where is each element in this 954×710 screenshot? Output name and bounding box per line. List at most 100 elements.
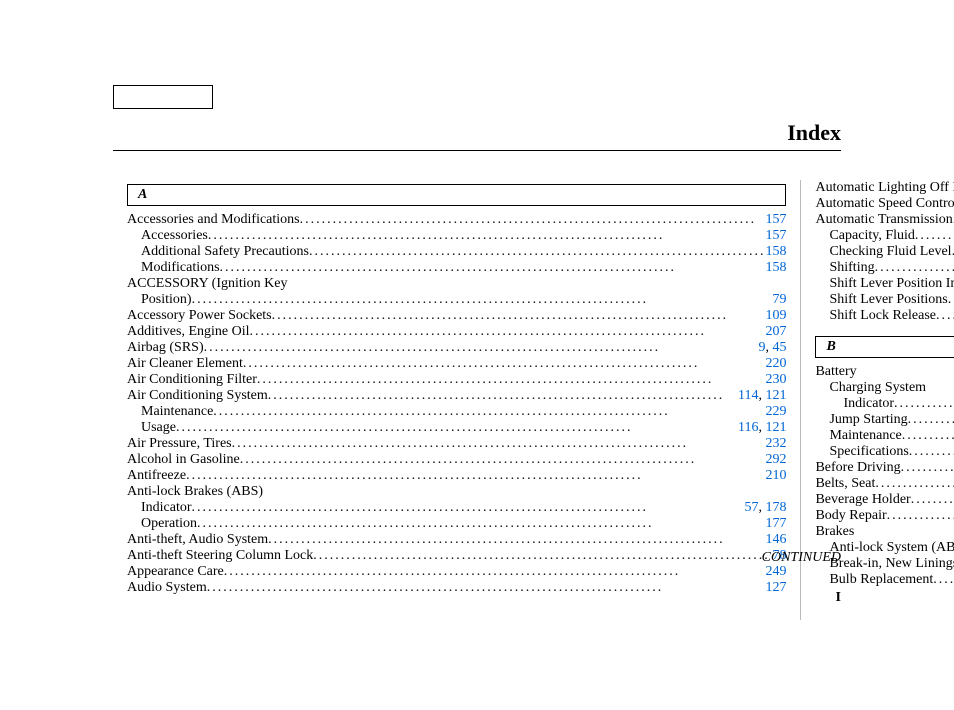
page-link[interactable]: 127 bbox=[765, 580, 786, 595]
page-link[interactable]: 146 bbox=[765, 532, 786, 547]
page-link[interactable]: 45 bbox=[772, 340, 786, 355]
index-entry: Usage116, 121 bbox=[127, 420, 786, 436]
leader-dots bbox=[894, 396, 954, 412]
index-entry: Anti-theft, Audio System146 bbox=[127, 532, 786, 548]
index-entry: Indicator56, 272 bbox=[815, 396, 954, 412]
index-entry-label: Break-in, New Linings bbox=[829, 556, 954, 572]
index-entry: Audio System 127 bbox=[127, 580, 786, 596]
leader-dots bbox=[272, 308, 766, 324]
page-link[interactable]: 230 bbox=[765, 372, 786, 387]
leader-dots bbox=[300, 212, 766, 228]
index-entry-pages: 158 bbox=[765, 260, 786, 276]
index-entry-pages: 292 bbox=[765, 452, 786, 468]
index-entry-pages: 114, 121 bbox=[738, 388, 786, 404]
leader-dots bbox=[192, 500, 745, 516]
index-entry-label: Belts, Seat bbox=[815, 476, 875, 492]
index-entry: Anti-lock Brakes (ABS) bbox=[127, 484, 786, 500]
index-entry-label: Charging System bbox=[829, 380, 926, 396]
index-entry-label: Anti-theft Steering Column Lock bbox=[127, 548, 313, 564]
leader-dots bbox=[313, 548, 772, 564]
leader-dots bbox=[204, 340, 759, 356]
index-entry-label: Air Conditioning System bbox=[127, 388, 268, 404]
index-entry-label: Shift Lock Release bbox=[829, 308, 936, 324]
index-entry-pages: 127 bbox=[765, 580, 786, 596]
continued-label: CONTINUED bbox=[762, 550, 841, 566]
leader-dots bbox=[240, 452, 766, 468]
index-entry-label: Air Conditioning Filter bbox=[127, 372, 257, 388]
page-link[interactable]: 109 bbox=[765, 308, 786, 323]
page-link[interactable]: 210 bbox=[765, 468, 786, 483]
index-entry-label: Audio System bbox=[127, 580, 207, 596]
page-link[interactable]: 220 bbox=[765, 356, 786, 371]
index-entry: Anti-theft Steering Column Lock78 bbox=[127, 548, 786, 564]
leader-dots bbox=[257, 372, 766, 388]
index-entry-label: Accessory Power Sockets bbox=[127, 308, 272, 324]
index-entry-label: Additional Safety Precautions bbox=[141, 244, 309, 260]
leader-dots bbox=[875, 476, 954, 492]
page-link[interactable]: 178 bbox=[765, 500, 786, 515]
index-entry-label: Maintenance bbox=[829, 428, 901, 444]
index-entry: Capacity, Fluid288 bbox=[815, 228, 954, 244]
index-entry-pages: 177 bbox=[765, 516, 786, 532]
page-link[interactable]: 157 bbox=[765, 212, 786, 227]
leader-dots bbox=[192, 292, 773, 308]
index-entry: Appearance Care249 bbox=[127, 564, 786, 580]
leader-dots bbox=[176, 420, 738, 436]
page-link[interactable]: 229 bbox=[765, 404, 786, 419]
leader-dots bbox=[902, 428, 954, 444]
index-entry-label: Position) bbox=[141, 292, 192, 308]
page-link[interactable]: 121 bbox=[765, 420, 786, 435]
index-entry: Bulb Replacement243 bbox=[815, 572, 954, 588]
page-link[interactable]: 249 bbox=[765, 564, 786, 579]
index-entry-pages: 229 bbox=[765, 404, 786, 420]
index-entry-pages: 230 bbox=[765, 372, 786, 388]
leader-dots bbox=[250, 324, 766, 340]
index-entry-label: Maintenance bbox=[141, 404, 213, 420]
index-entry: Automatic Lighting Off Feature66 bbox=[815, 180, 954, 196]
index-entry-pages: 232 bbox=[765, 436, 786, 452]
page-link[interactable]: 157 bbox=[765, 228, 786, 243]
index-entry-label: Anti-lock System (ABS) bbox=[829, 540, 954, 556]
page-link[interactable]: 79 bbox=[772, 292, 786, 307]
page-link[interactable]: 232 bbox=[765, 436, 786, 451]
page-link[interactable]: 158 bbox=[765, 260, 786, 275]
leader-dots bbox=[208, 228, 766, 244]
index-entry-pages: 9, 45 bbox=[758, 340, 786, 356]
index-entry: Air Conditioning System 114, 121 bbox=[127, 388, 786, 404]
page-link[interactable]: 114 bbox=[738, 388, 758, 403]
page-link[interactable]: 207 bbox=[765, 324, 786, 339]
page-link[interactable]: 116 bbox=[738, 420, 758, 435]
page-link[interactable]: 177 bbox=[765, 516, 786, 531]
index-entry-pages: 116, 121 bbox=[738, 420, 786, 436]
index-entry-label: Alcohol in Gasoline bbox=[127, 452, 240, 468]
top-left-box bbox=[113, 85, 213, 109]
index-entry-label: Air Cleaner Element bbox=[127, 356, 243, 372]
index-entry: Charging System bbox=[815, 380, 954, 396]
index-entry: Additives, Engine Oil207 bbox=[127, 324, 786, 340]
page-link[interactable]: 158 bbox=[765, 244, 786, 259]
index-entry-pages: 109 bbox=[765, 308, 786, 324]
page: Index AAccessories and Modifications157A… bbox=[0, 0, 954, 710]
leader-dots bbox=[268, 388, 738, 404]
index-entry: Shift Lever Position Indicator166 bbox=[815, 276, 954, 292]
index-entry: Air Cleaner Element 220 bbox=[127, 356, 786, 372]
spacer bbox=[815, 324, 954, 332]
index-entry-label: Shift Lever Positions bbox=[829, 292, 947, 308]
page-link[interactable]: 57 bbox=[744, 500, 758, 515]
index-entry: Shift Lever Positions167 bbox=[815, 292, 954, 308]
index-entry: Brakes bbox=[815, 524, 954, 540]
index-entry: ACCESSORY (Ignition Key bbox=[127, 276, 786, 292]
index-letter-heading: A bbox=[127, 184, 786, 206]
page-link[interactable]: 121 bbox=[765, 388, 786, 403]
leader-dots bbox=[875, 260, 954, 276]
page-link[interactable]: 292 bbox=[765, 452, 786, 467]
leader-dots bbox=[243, 356, 766, 372]
index-entry-label: Accessories bbox=[141, 228, 208, 244]
index-entry: Shifting166 bbox=[815, 260, 954, 276]
index-entry: Before Driving149 bbox=[815, 460, 954, 476]
index-entry-label: Body Repair bbox=[815, 508, 886, 524]
index-entry: Maintenance 229 bbox=[127, 404, 786, 420]
index-entry: Body Repair256 bbox=[815, 508, 954, 524]
index-entry-label: Shifting bbox=[829, 260, 874, 276]
index-entry-label: Bulb Replacement bbox=[829, 572, 933, 588]
